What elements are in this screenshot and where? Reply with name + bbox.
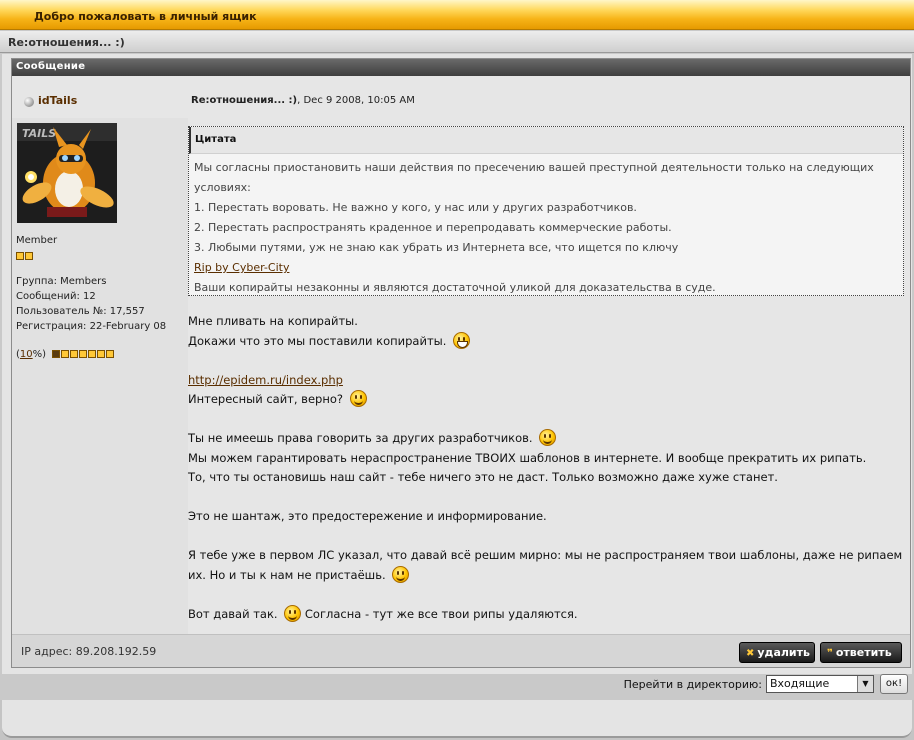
welcome-title: Добро пожаловать в личный ящик xyxy=(34,10,257,23)
offline-status-icon xyxy=(24,97,34,107)
quote-body: Мы согласны приостановить наши действия … xyxy=(189,154,903,298)
delete-button[interactable]: ✖ удалить xyxy=(739,642,815,663)
quote-line: Ваши копирайты незаконны и являются дост… xyxy=(194,281,716,294)
member-title: Member xyxy=(16,235,58,246)
post-box: Сообщение idTails Re:отношения... :), De… xyxy=(11,58,911,668)
quote-label: Цитата xyxy=(189,127,903,154)
author-registered: Регистрация: 22-February 08 xyxy=(16,321,167,332)
delete-icon: ✖ xyxy=(746,648,755,659)
go-button[interactable]: ок! xyxy=(880,674,908,694)
author-name[interactable]: idTails xyxy=(38,94,77,107)
reputation: (10%) xyxy=(16,349,115,361)
post-body: Цитата Мы согласны приостановить наши де… xyxy=(188,118,910,634)
rep-suffix: %) xyxy=(32,349,47,360)
message-link[interactable]: http://epidem.ru/index.php xyxy=(188,373,343,387)
quote-link[interactable]: Rip by Cyber-City xyxy=(194,261,289,274)
author-posts: Сообщений: 12 xyxy=(16,291,96,302)
grin-smiley-icon xyxy=(453,331,471,349)
bottom-frame-inner xyxy=(2,700,912,738)
message-line: Это не шантаж, это предостережение и инф… xyxy=(188,509,547,523)
author-info: Группа: Members Сообщений: 12 Пользовате… xyxy=(16,274,166,334)
quote-line: Мы согласны приостановить наши действия … xyxy=(194,161,874,194)
delete-label: удалить xyxy=(757,646,810,659)
folder-select-value: Входящие xyxy=(770,677,830,690)
post-section-label: Сообщение xyxy=(16,61,86,72)
avatar-image: TAILS xyxy=(17,123,117,223)
message-line: Согласна - тут же все твои рипы удаляютс… xyxy=(304,606,578,621)
svg-text:TAILS: TAILS xyxy=(22,127,56,140)
chevron-down-icon[interactable]: ▼ xyxy=(857,676,873,692)
message-line: Я тебе уже в первом ЛС указал, что давай… xyxy=(188,548,903,582)
avatar: TAILS xyxy=(17,123,117,223)
smile-icon xyxy=(349,390,367,407)
author-group: Группа: Members xyxy=(16,276,107,287)
smile-icon xyxy=(284,604,302,622)
thread-title-bar: Re:отношения... :) xyxy=(0,31,914,53)
author-row: idTails Re:отношения... :), Dec 9 2008, … xyxy=(12,76,910,118)
welcome-header: Добро пожаловать в личный ящик xyxy=(0,0,914,30)
reputation-bar xyxy=(52,350,115,361)
quote-icon: ❞ xyxy=(827,648,833,659)
quote-line: 2. Перестать распространять краденное и … xyxy=(194,221,672,234)
quote-block: Цитата Мы согласны приостановить наши де… xyxy=(188,126,904,296)
jump-label: Перейти в директорию: xyxy=(623,678,762,691)
message-line: Интересный сайт, верно? xyxy=(188,392,343,406)
thread-title: Re:отношения... :) xyxy=(8,36,125,49)
message-line: Ты не имеешь права говорить за других ра… xyxy=(188,431,533,445)
message-line: Докажи что это мы поставили копирайты. xyxy=(188,333,447,348)
smile-icon xyxy=(539,429,557,446)
author-member-no: Пользователь №: 17,557 xyxy=(16,306,145,317)
message-line: Мы можем гарантировать нераспространение… xyxy=(188,450,867,465)
smile-icon xyxy=(392,565,410,583)
ip-address: IP адрес: 89.208.192.59 xyxy=(21,645,157,658)
rank-pip xyxy=(25,252,33,260)
message-line: Вот давай так. xyxy=(188,606,278,621)
quote-line: 1. Перестать воровать. Не важно у кого, … xyxy=(194,201,637,214)
message-line: Мне пливать на копирайты. xyxy=(188,314,358,328)
bottom-frame xyxy=(0,700,914,740)
reply-button[interactable]: ❞ ответить xyxy=(820,642,902,663)
post-subject: Re:отношения... :) xyxy=(191,95,298,106)
rep-link[interactable]: 10 xyxy=(20,349,33,360)
rank-pips xyxy=(16,250,34,263)
author-sidebar: TAILS Member Группа: Members Сообщений: … xyxy=(12,118,188,634)
post-date: , Dec 9 2008, 10:05 AM xyxy=(297,95,415,106)
quote-line: 3. Любыми путями, уж не знаю как убрать … xyxy=(194,241,679,254)
folder-select[interactable]: Входящие ▼ xyxy=(766,675,874,693)
post-section-header: Сообщение xyxy=(12,59,910,76)
rank-pip xyxy=(16,252,24,260)
post-meta: Re:отношения... :), Dec 9 2008, 10:05 AM xyxy=(191,95,415,106)
message-line: То, что ты остановишь наш сайт - тебе ни… xyxy=(188,470,778,484)
post-footer: IP адрес: 89.208.192.59 ✖ удалить ❞ ответи… xyxy=(12,634,910,667)
jump-to-folder: Перейти в директорию: Входящие ▼ ок! xyxy=(508,673,908,695)
message-panel: Сообщение idTails Re:отношения... :), De… xyxy=(2,54,912,674)
reply-label: ответить xyxy=(835,646,892,659)
message-text: Мне пливать на копирайты. Докажи что это… xyxy=(188,312,908,624)
